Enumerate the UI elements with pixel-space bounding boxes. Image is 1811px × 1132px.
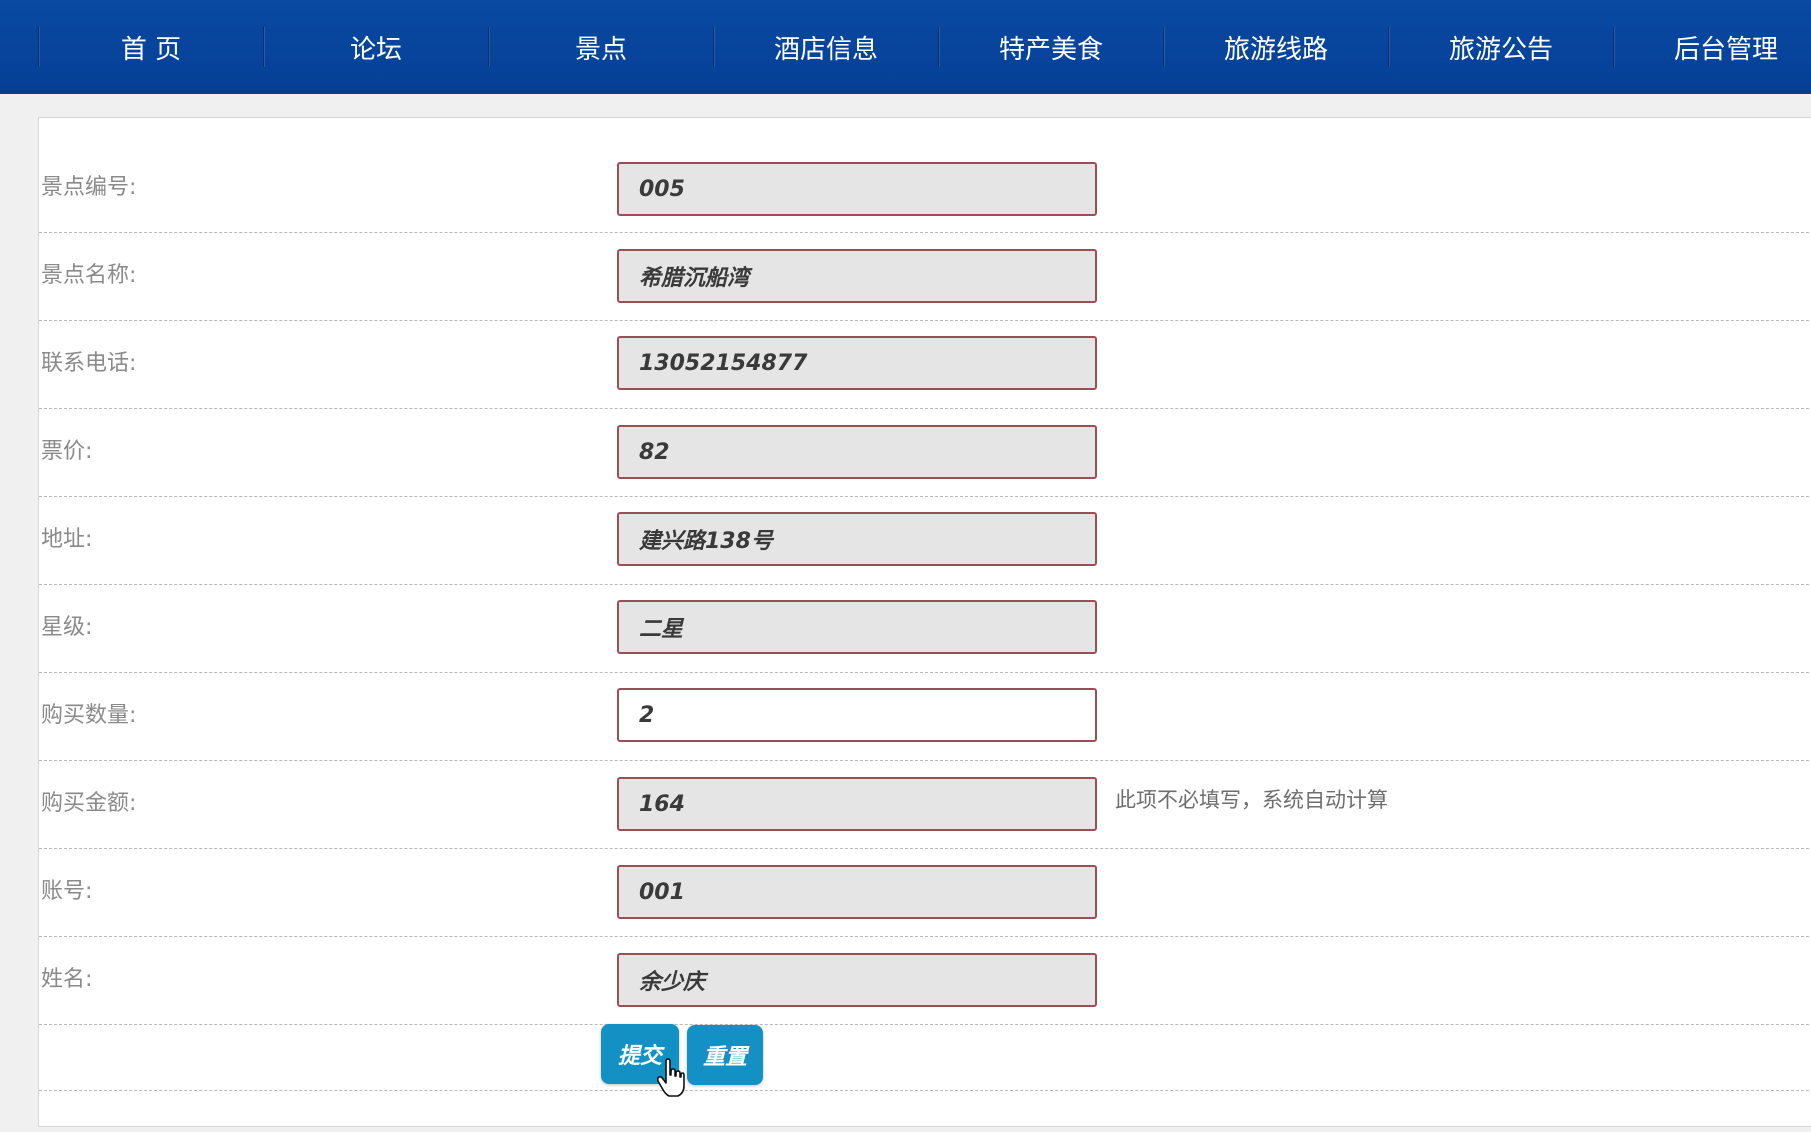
amount-label: 购买金额: xyxy=(41,791,137,816)
nav-item-hotel-info[interactable]: 酒店信息 xyxy=(713,27,938,67)
nav-item-attractions[interactable]: 景点 xyxy=(488,27,713,67)
form-row-actions: 提交 重置 xyxy=(39,1024,1811,1097)
nav-list: 首 页 论坛 景点 酒店信息 特产美食 旅游线路 旅游公告 后台管理 xyxy=(38,0,1811,94)
form-row-phone: 联系电话: xyxy=(39,320,1811,409)
name-label: 姓名: xyxy=(41,967,93,992)
form-row-amount: 购买金额: 此项不必填写，系统自动计算 xyxy=(39,760,1811,849)
quantity-field[interactable] xyxy=(617,688,1097,742)
phone-label: 联系电话: xyxy=(41,351,137,376)
reset-button[interactable]: 重置 xyxy=(687,1025,763,1085)
form-row-attraction-name: 景点名称: xyxy=(39,232,1811,321)
ticket-price-label: 票价: xyxy=(41,439,93,464)
phone-field[interactable] xyxy=(617,336,1097,390)
form-row-ticket-price: 票价: xyxy=(39,408,1811,497)
form-row-name: 姓名: xyxy=(39,936,1811,1025)
form-row-attraction-id: 景点编号: xyxy=(39,118,1811,233)
attraction-name-field[interactable] xyxy=(617,249,1097,303)
account-field[interactable] xyxy=(617,865,1097,919)
attraction-id-label: 景点编号: xyxy=(41,175,137,200)
attraction-id-field[interactable] xyxy=(617,162,1097,216)
nav-item-specialty-food[interactable]: 特产美食 xyxy=(938,27,1163,67)
nav-item-travel-routes[interactable]: 旅游线路 xyxy=(1163,27,1388,67)
attraction-name-label: 景点名称: xyxy=(41,263,137,288)
nav-item-travel-notices[interactable]: 旅游公告 xyxy=(1388,27,1613,67)
nav-item-admin[interactable]: 后台管理 xyxy=(1613,27,1811,67)
form-row-account: 账号: xyxy=(39,848,1811,937)
name-field[interactable] xyxy=(617,953,1097,1007)
submit-button[interactable]: 提交 xyxy=(601,1024,679,1084)
order-form-panel: 景点编号: 景点名称: 联系电话: 票价: 地址: 星级: 购买数量: 购买金额… xyxy=(38,117,1811,1127)
quantity-label: 购买数量: xyxy=(41,703,137,728)
nav-item-home[interactable]: 首 页 xyxy=(38,27,263,67)
account-label: 账号: xyxy=(41,879,93,904)
form-row-star-level: 星级: xyxy=(39,584,1811,673)
address-label: 地址: xyxy=(41,527,93,552)
ticket-price-field[interactable] xyxy=(617,425,1097,479)
top-nav-bar: 首 页 论坛 景点 酒店信息 特产美食 旅游线路 旅游公告 后台管理 xyxy=(0,0,1811,94)
amount-hint: 此项不必填写，系统自动计算 xyxy=(1115,788,1388,812)
star-level-label: 星级: xyxy=(41,615,93,640)
address-field[interactable] xyxy=(617,512,1097,566)
form-row-address: 地址: xyxy=(39,496,1811,585)
nav-item-forum[interactable]: 论坛 xyxy=(263,27,488,67)
form-row-quantity: 购买数量: xyxy=(39,672,1811,761)
amount-field[interactable] xyxy=(617,777,1097,831)
star-level-field[interactable] xyxy=(617,600,1097,654)
